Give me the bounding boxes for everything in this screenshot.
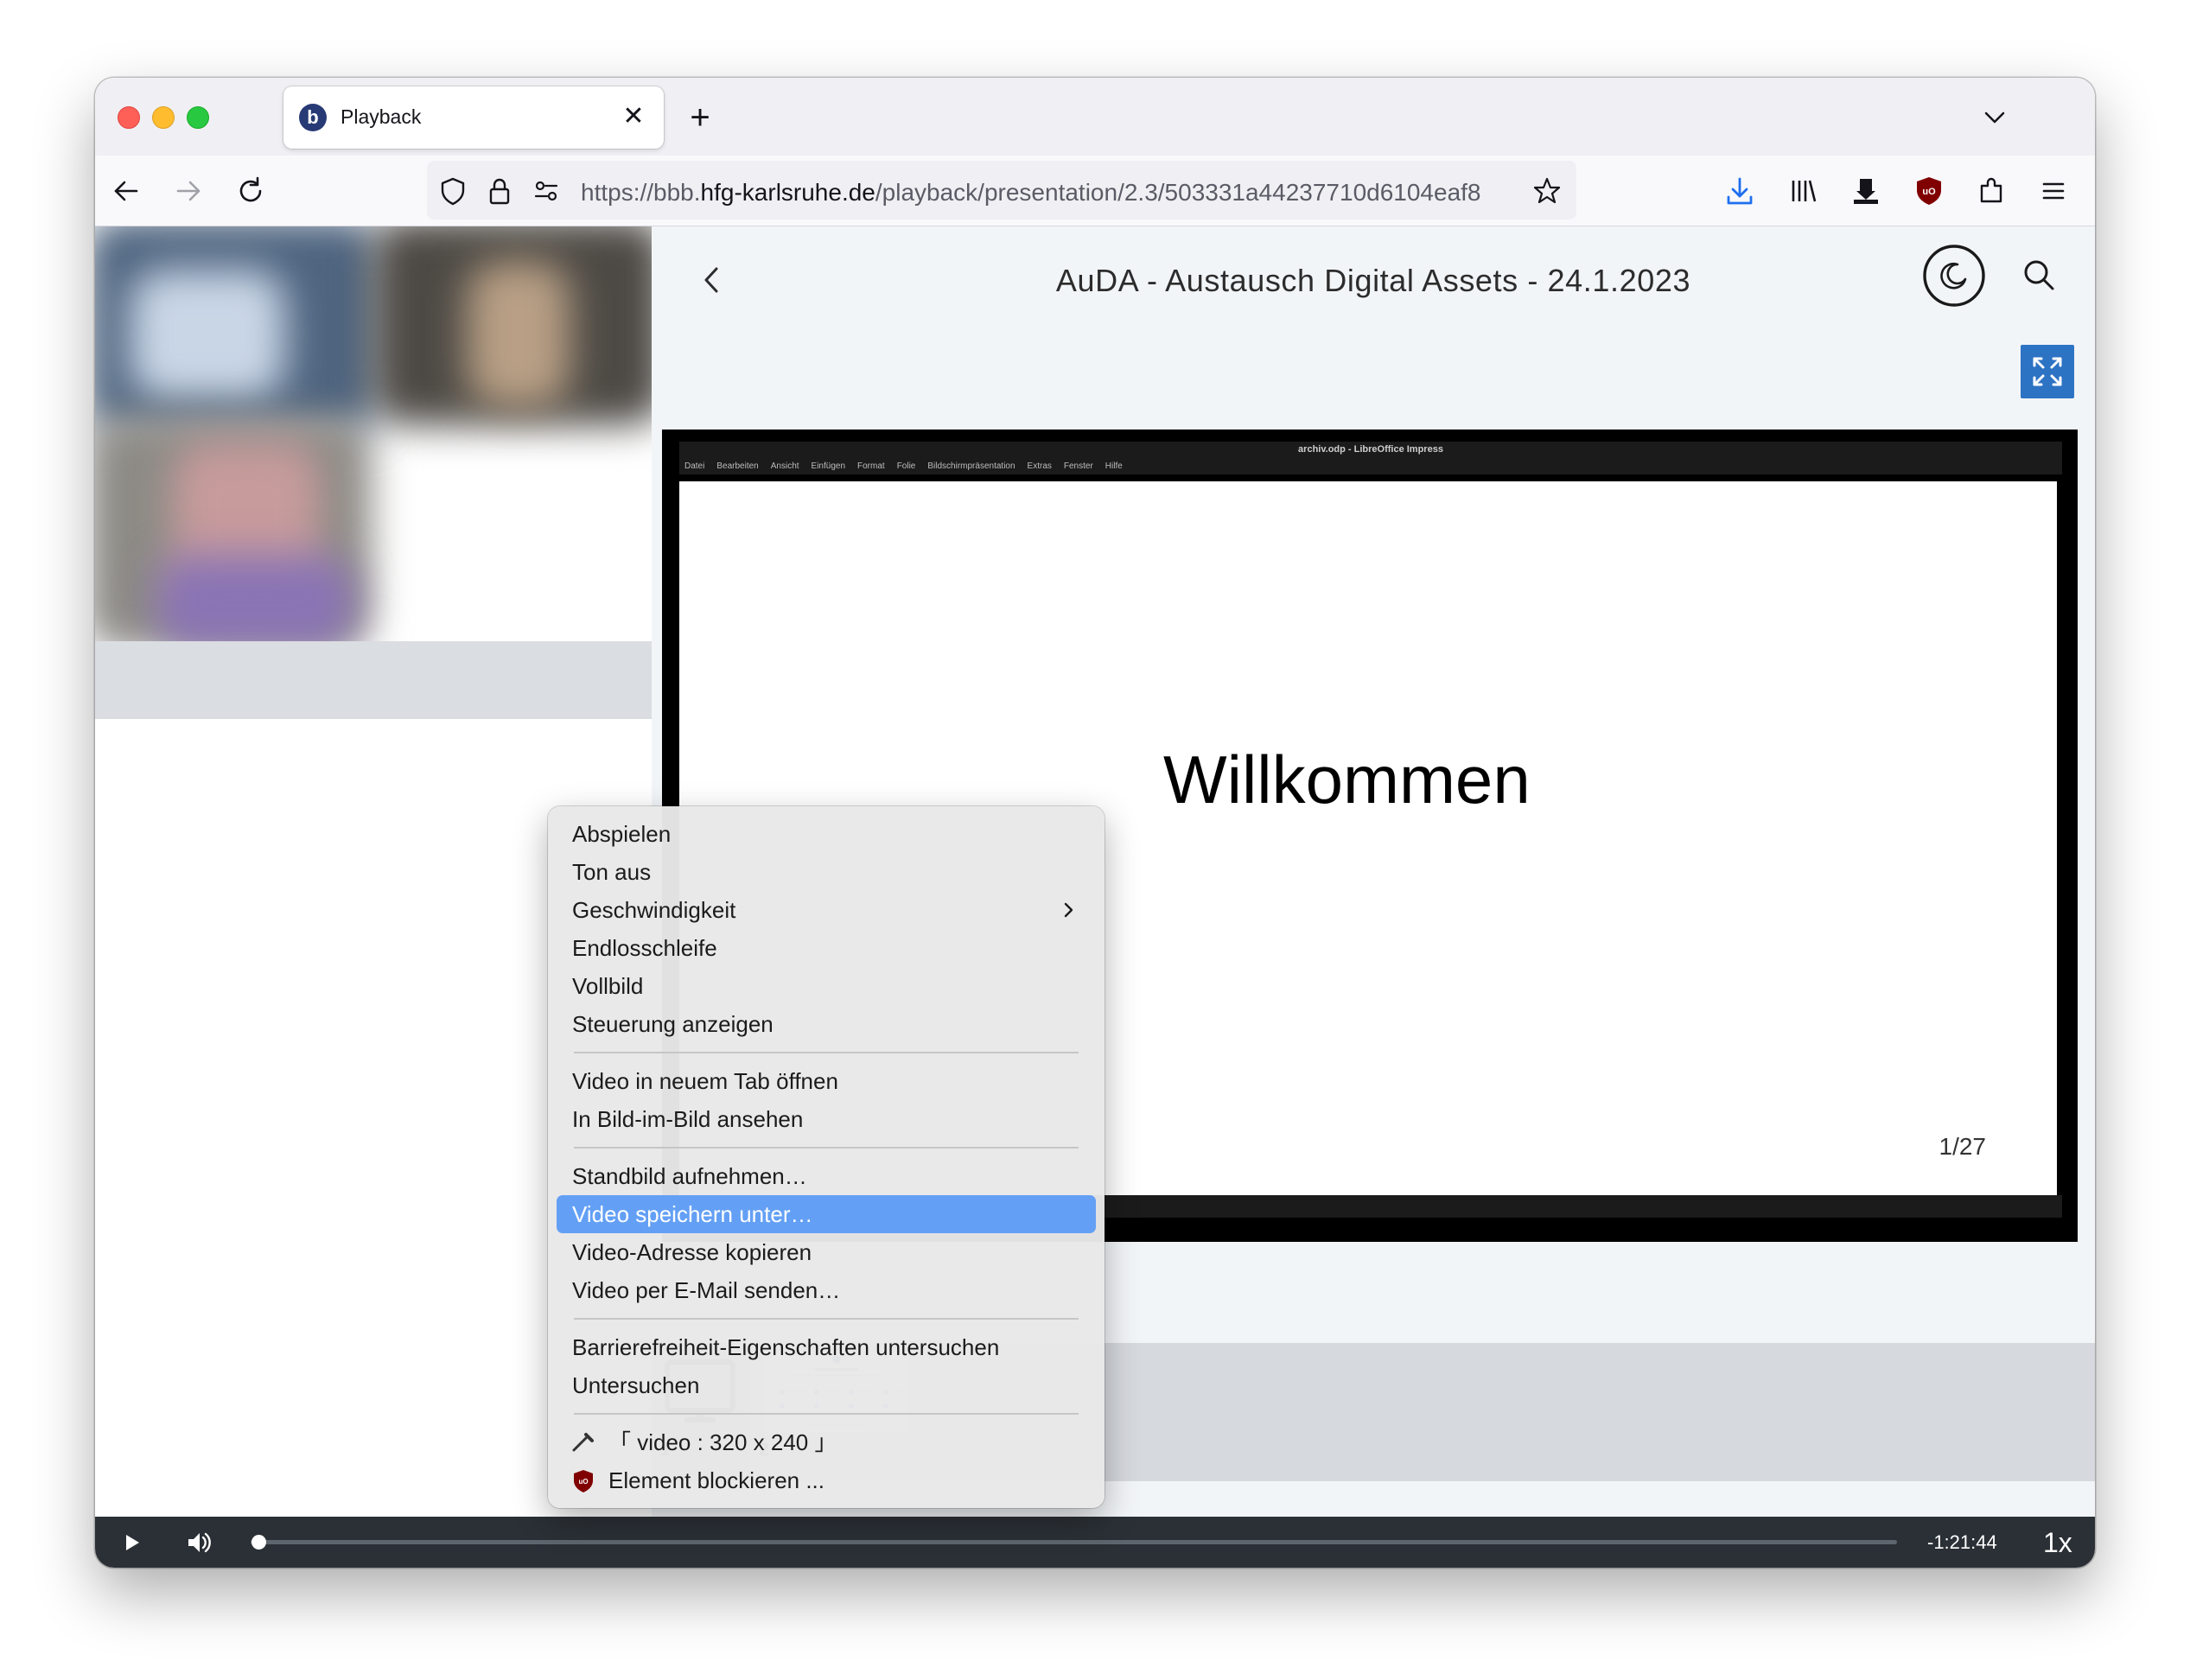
list-all-tabs-button[interactable] xyxy=(1977,100,2012,135)
app-menu-item: Folie xyxy=(896,461,916,471)
menu-item-open-video-new-tab[interactable]: Video in neuem Tab öffnen xyxy=(557,1062,1096,1100)
new-tab-button[interactable]: + xyxy=(681,99,719,137)
downloads-icon[interactable] xyxy=(1722,174,1757,208)
menu-item-speed-label: Geschwindigkeit xyxy=(572,897,736,923)
tracking-protection-shield-icon[interactable] xyxy=(437,175,468,207)
address-bar[interactable]: https://bbb.hfg-karlsruhe.de/playback/pr… xyxy=(427,161,1576,220)
svg-text:uO: uO xyxy=(578,1478,588,1486)
progress-bar[interactable] xyxy=(251,1540,1897,1544)
ublock-origin-icon[interactable]: uO xyxy=(1912,174,1946,208)
menu-item-play[interactable]: Abspielen xyxy=(557,815,1096,853)
app-menu-item: Extras xyxy=(1027,461,1052,471)
app-window-titlebar: archiv.odp - LibreOffice Impress xyxy=(679,442,2062,459)
forward-button[interactable] xyxy=(171,174,206,208)
player-controls: -1:21:44 1x xyxy=(95,1517,2095,1568)
app-menu-item: Ansicht xyxy=(770,461,799,471)
tab-title: Playback xyxy=(341,105,422,128)
menu-item-picture-in-picture[interactable]: In Bild-im-Bild ansehen xyxy=(557,1100,1096,1138)
search-icon xyxy=(2024,260,2054,290)
menu-item-inspect[interactable]: Untersuchen xyxy=(557,1366,1096,1404)
presentation-header: AuDA - Austausch Digital Assets - 24.1.2… xyxy=(652,226,2095,334)
menu-separator xyxy=(574,1052,1079,1053)
slide-counter: 1/27 xyxy=(1939,1133,1987,1160)
menu-item-speed[interactable]: Geschwindigkeit xyxy=(557,891,1096,929)
browser-window: b Playback ✕ + https://bbb.hfg-karlsruhe… xyxy=(95,78,2095,1568)
url-text[interactable]: https://bbb.hfg-karlsruhe.de/playback/pr… xyxy=(581,179,1536,207)
bigbluebutton-favicon-icon: b xyxy=(299,104,327,131)
playback-speed-button[interactable]: 1x xyxy=(2043,1527,2072,1559)
mute-button[interactable] xyxy=(181,1525,216,1560)
ublock-origin-icon: uO xyxy=(574,1470,593,1492)
play-button[interactable] xyxy=(114,1525,149,1560)
app-menu-item: Datei xyxy=(684,461,705,471)
reload-icon xyxy=(239,176,262,202)
progress-handle[interactable] xyxy=(251,1535,267,1550)
svg-text:uO: uO xyxy=(1922,187,1936,197)
fullscreen-button[interactable] xyxy=(2021,345,2074,398)
lock-icon[interactable] xyxy=(484,175,515,207)
extensions-puzzle-icon[interactable] xyxy=(1975,174,2009,208)
app-menubar: Datei Bearbeiten Ansicht Einfügen Format Foli… xyxy=(679,459,2062,474)
menu-separator xyxy=(574,1318,1079,1320)
zoom-window-button[interactable] xyxy=(187,106,209,129)
menu-item-ublock-picker-label: 「 video : 320 x 240 」 xyxy=(608,1429,837,1455)
page-content: AuDA - Austausch Digital Assets - 24.1.2… xyxy=(95,226,2095,1568)
app-menu-item: Format xyxy=(857,461,885,471)
time-remaining: -1:21:44 xyxy=(1927,1531,1997,1553)
menu-item-block-element[interactable]: uO Element blockieren ... xyxy=(557,1461,1096,1499)
chevron-right-icon xyxy=(1064,902,1073,918)
arrow-left-icon xyxy=(114,181,138,201)
dark-mode-button[interactable] xyxy=(1922,244,1986,308)
permissions-icon[interactable] xyxy=(531,175,562,207)
menu-item-show-controls[interactable]: Steuerung anzeigen xyxy=(557,1005,1096,1043)
hamburger-menu-icon[interactable] xyxy=(2036,174,2071,208)
pocket-inbox-icon[interactable] xyxy=(1849,174,1883,208)
tab-strip: b Playback ✕ + xyxy=(95,78,2095,156)
search-button[interactable] xyxy=(2014,250,2066,302)
back-button[interactable] xyxy=(109,174,143,208)
menu-item-block-element-label: Element blockieren ... xyxy=(608,1467,825,1493)
menu-separator xyxy=(574,1147,1079,1149)
navigation-toolbar: https://bbb.hfg-karlsruhe.de/playback/pr… xyxy=(95,156,2095,226)
eyedropper-icon xyxy=(572,1433,594,1452)
close-tab-button[interactable]: ✕ xyxy=(619,102,648,131)
webcam-video[interactable] xyxy=(95,226,652,641)
chevron-down-icon xyxy=(1984,111,2005,124)
menu-item-fullscreen[interactable]: Vollbild xyxy=(557,967,1096,1005)
menu-item-copy-video-address[interactable]: Video-Adresse kopieren xyxy=(557,1233,1096,1271)
menu-item-mute[interactable]: Ton aus xyxy=(557,853,1096,891)
presentation-title: AuDA - Austausch Digital Assets - 24.1.2… xyxy=(1055,263,1691,298)
menu-item-inspect-accessibility[interactable]: Barrierefreiheit-Eigenschaften untersuch… xyxy=(557,1328,1096,1366)
app-window-title: archiv.odp - LibreOffice Impress xyxy=(1298,444,1443,455)
app-menu-item: Fenster xyxy=(1063,461,1093,471)
app-menu-item: Einfügen xyxy=(811,461,846,471)
moon-icon xyxy=(1923,245,1985,307)
menu-item-ublock-picker[interactable]: 「 video : 320 x 240 」 xyxy=(557,1423,1096,1461)
close-window-button[interactable] xyxy=(118,106,140,129)
expand-icon xyxy=(2033,357,2062,386)
menu-item-save-video-as[interactable]: Video speichern unter… xyxy=(557,1195,1096,1233)
arrow-right-icon xyxy=(176,181,201,201)
reload-button[interactable] xyxy=(233,174,268,208)
library-icon[interactable] xyxy=(1786,174,1820,208)
chat-area xyxy=(95,641,652,719)
menu-item-take-snapshot[interactable]: Standbild aufnehmen… xyxy=(557,1157,1096,1195)
menu-item-loop[interactable]: Endlosschleife xyxy=(557,929,1096,967)
slide-heading: Willkommen xyxy=(1163,741,1531,818)
app-menu-item: Bildschirmpräsentation xyxy=(927,461,1015,471)
speaker-icon xyxy=(188,1532,211,1553)
minimize-window-button[interactable] xyxy=(152,106,175,129)
app-menu-item: Hilfe xyxy=(1105,461,1123,471)
context-menu: Abspielen Ton aus Geschwindigkeit Endlos… xyxy=(548,806,1105,1508)
play-icon xyxy=(126,1535,139,1550)
tab-playback[interactable]: b Playback ✕ xyxy=(283,86,664,149)
menu-separator xyxy=(574,1413,1079,1415)
bookmark-star-icon[interactable] xyxy=(1531,175,1563,207)
menu-item-email-video[interactable]: Video per E-Mail senden… xyxy=(557,1271,1096,1309)
app-menu-item: Bearbeiten xyxy=(716,461,759,471)
